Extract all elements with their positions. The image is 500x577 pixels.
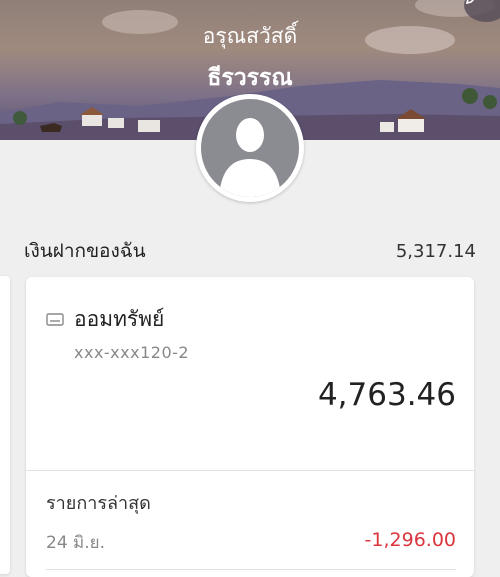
deposits-total: 5,317.14 [395,240,476,262]
transaction-row[interactable]: 24 มิ.ย. -1,296.00 [46,529,456,556]
deposits-label: เงินฝากของฉัน [24,240,146,262]
user-name: ธีรวรรณ [207,65,293,91]
divider [26,470,474,471]
greeting-text: อรุณสวัสดิ์ [202,24,298,48]
card-icon [46,312,64,326]
deposits-summary: เงินฝากของฉัน 5,317.14 [0,236,500,266]
recent-transactions-title: รายการล่าสุด [46,493,151,514]
user-silhouette-icon [219,118,281,197]
divider [46,569,456,570]
transaction-date: 24 มิ.ย. [46,533,106,553]
account-number: xxx-xxx120-2 [74,343,190,362]
account-type: ออมทรัพย์ [74,307,165,331]
pencil-icon [465,0,475,5]
account-card[interactable]: ออมทรัพย์ xxx-xxx120-2 4,763.46 รายการล่… [26,277,474,577]
avatar[interactable] [196,94,304,202]
account-balance: 4,763.46 [317,377,456,413]
transaction-amount: -1,296.00 [364,529,456,551]
previous-account-card[interactable] [0,276,10,574]
